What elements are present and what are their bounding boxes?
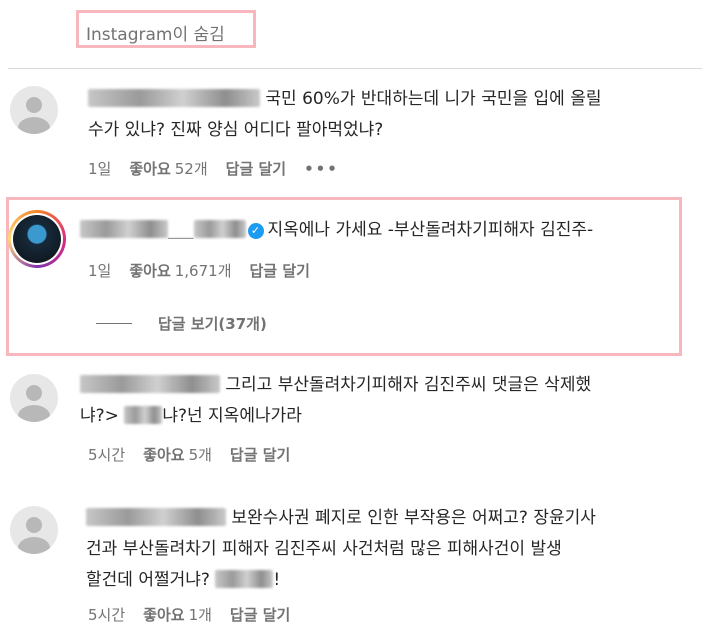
comment-time: 5시간 (88, 446, 126, 464)
avatar-default[interactable] (10, 86, 58, 134)
blurred-username[interactable] (80, 220, 168, 238)
avatar-story-ring[interactable] (8, 210, 66, 268)
blurred-text (215, 570, 274, 588)
comment-4-text: 보완수사권 폐지로 인한 부작용은 어쩌고? 장윤기사 건과 부산돌려차기 피해… (86, 508, 596, 590)
reply-button[interactable]: 답글 달기 (250, 262, 310, 280)
replies-line (96, 323, 132, 324)
comment-3-text: 그리고 부산돌려차기피해자 김진주씨 댓글은 삭제했 냐?> 냐?넌 지옥에나가… (80, 375, 592, 426)
blurred-username[interactable] (88, 89, 260, 107)
avatar-head-icon (26, 97, 42, 113)
like-label[interactable]: 좋아요 (143, 606, 184, 624)
reply-button[interactable]: 답글 달기 (226, 160, 286, 178)
like-count[interactable]: 1개 (189, 606, 212, 624)
comment-time: 5시간 (88, 606, 126, 624)
avatar-body-icon (18, 117, 50, 134)
comment-1-text: 국민 60%가 반대하는데 니가 국민을 입에 올릴 수가 있냐? 진짜 양심 … (88, 89, 602, 140)
comment-1-meta: 1일 좋아요 52개 답글 달기 ••• (88, 158, 357, 179)
blurred-username[interactable] (80, 375, 220, 393)
avatar-body-icon (18, 537, 50, 554)
like-label[interactable]: 좋아요 (129, 262, 170, 280)
avatar-photo (13, 215, 61, 263)
comment-2-meta: 1일 좋아요 1,671개 답글 달기 (88, 260, 328, 281)
reply-button[interactable]: 답글 달기 (230, 446, 290, 464)
avatar-body-icon (18, 405, 50, 422)
verified-badge-icon: ✓ (247, 223, 264, 239)
blurred-username[interactable] (86, 508, 226, 526)
like-count[interactable]: 5개 (189, 446, 212, 464)
avatar-head-icon (26, 517, 42, 533)
avatar-default[interactable] (10, 374, 58, 422)
comment-2-text: ___ ✓ 지옥에나 가세요 -부산돌려차기피해자 김진주- (80, 215, 593, 246)
like-label[interactable]: 좋아요 (143, 446, 184, 464)
like-count[interactable]: 52개 (175, 160, 208, 178)
avatar-default[interactable] (10, 506, 58, 554)
avatar-head-icon (26, 385, 42, 401)
blurred-text (124, 406, 163, 424)
like-count[interactable]: 1,671개 (175, 262, 232, 280)
view-replies-button[interactable]: 답글 보기(37개) (96, 313, 267, 334)
hidden-by-instagram-label: Instagram이 숨김 (76, 10, 256, 48)
divider (8, 68, 702, 69)
reply-button[interactable]: 답글 달기 (230, 606, 290, 624)
comment-4-meta: 5시간 좋아요 1개 답글 달기 (88, 604, 308, 625)
comment-time: 1일 (88, 160, 112, 178)
comment-time: 1일 (88, 262, 112, 280)
hidden-label-text: Instagram이 숨김 (86, 25, 225, 45)
like-label[interactable]: 좋아요 (129, 160, 170, 178)
more-options-icon[interactable]: ••• (304, 160, 339, 178)
comment-3-meta: 5시간 좋아요 5개 답글 달기 (88, 444, 308, 465)
